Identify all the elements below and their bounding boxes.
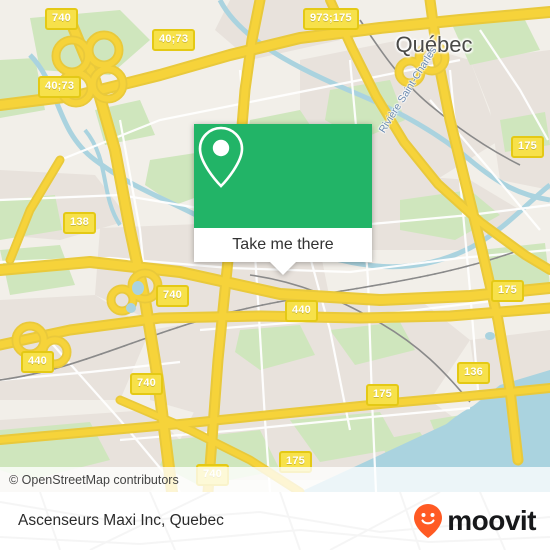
road-shield-740-top: 740 [45,8,78,30]
moovit-smiley-pin-icon [414,504,443,538]
bottom-info-bar: Ascenseurs Maxi Inc, Quebec moovit [0,492,550,550]
road-shield-973-175: 973;175 [303,8,359,30]
map-canvas[interactable]: Québec Rivière Saint-Charles 740 40;73 9… [0,0,550,492]
road-shield-136: 136 [457,362,490,384]
callout-tail [270,262,296,275]
attribution-text: © OpenStreetMap contributors [9,472,179,487]
moovit-brand[interactable]: moovit [413,492,536,550]
road-shield-175-right-mid: 175 [491,280,524,302]
map-attribution: © OpenStreetMap contributors [0,467,550,492]
location-callout-card[interactable]: Take me there [194,124,372,275]
road-shield-40-73-left: 40;73 [38,76,82,98]
road-shield-440-mid: 440 [285,300,318,322]
road-shield-175-lower: 175 [366,384,399,406]
road-shield-740-mid: 740 [156,285,189,307]
road-shield-440-left: 440 [21,351,54,373]
location-pin-icon [198,126,244,188]
page-title: Ascenseurs Maxi Inc, Quebec [18,512,224,529]
road-shield-740-lower: 740 [130,373,163,395]
road-shield-40-73-upper: 40;73 [152,29,196,51]
take-me-there-label: Take me there [232,236,334,253]
callout-pin-area [194,124,372,228]
road-shield-138: 138 [63,212,96,234]
moovit-wordmark: moovit [447,505,536,536]
road-shield-175-right-top: 175 [511,136,544,158]
map-screenshot: Québec Rivière Saint-Charles 740 40;73 9… [0,0,550,550]
callout-action-area[interactable]: Take me there [194,228,372,262]
